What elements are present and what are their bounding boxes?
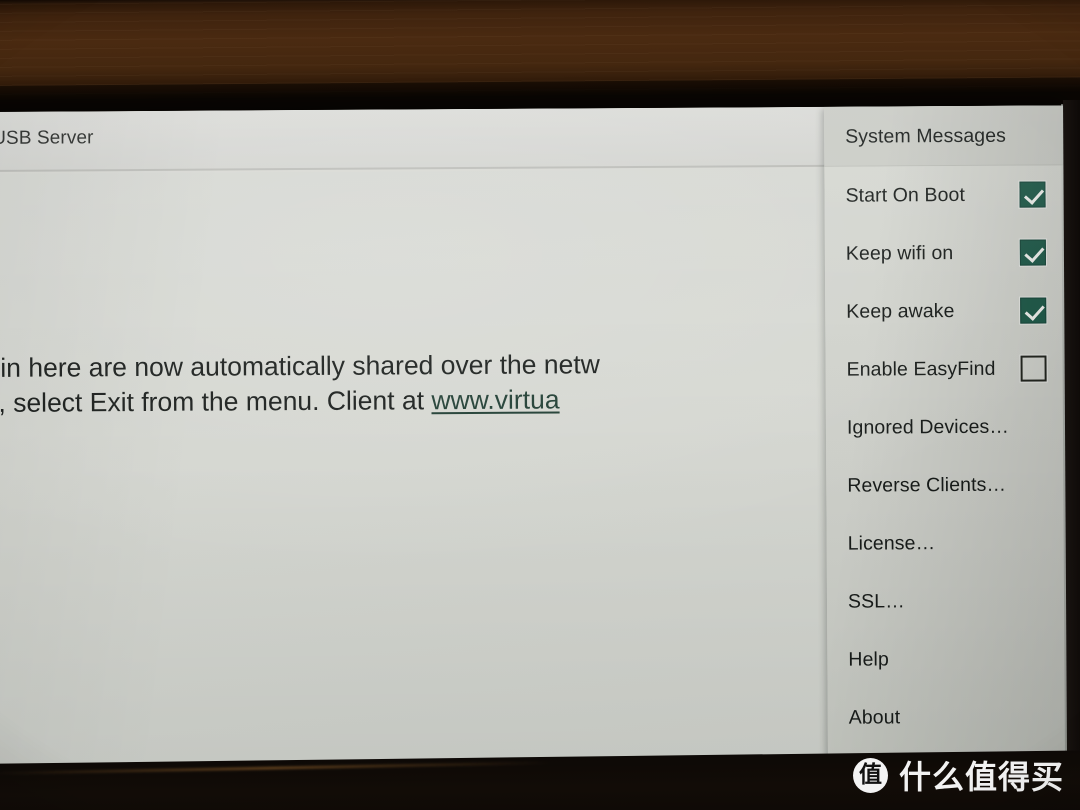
checkbox-keep-awake[interactable]: [1020, 297, 1047, 324]
menu-item-about[interactable]: About: [828, 687, 1067, 746]
menu-item-start-on-boot[interactable]: Start On Boot: [824, 165, 1063, 224]
menu-item-system-messages[interactable]: System Messages: [824, 105, 1063, 166]
screen-surface: e USB Server USB devices plugged in here…: [0, 105, 1071, 772]
menu-item-list: Start On Boot Keep wifi on Keep awake En…: [824, 165, 1068, 767]
menu-item-keep-wifi-on[interactable]: Keep wifi on: [825, 223, 1064, 282]
watermark: 值 什么值得买: [852, 752, 1064, 798]
photo-of-monitor: e USB Server USB devices plugged in here…: [0, 0, 1080, 810]
menu-item-enable-easyfind[interactable]: Enable EasyFind: [825, 339, 1064, 398]
status-line-2-text: permission). To stop, select Exit from t…: [0, 385, 425, 419]
client-url-link[interactable]: www.virtua: [431, 384, 559, 415]
menu-item-keep-awake[interactable]: Keep awake: [825, 281, 1064, 340]
menu-item-reverse-clients[interactable]: Reverse Clients…: [826, 455, 1065, 514]
status-line-1: USB devices plugged in here are now auto…: [0, 349, 600, 384]
menu-item-label: System Messages: [845, 124, 1007, 148]
page-title: e USB Server: [0, 127, 94, 149]
menu-item-license[interactable]: License…: [826, 513, 1065, 572]
menu-item-ignored-devices[interactable]: Ignored Devices…: [826, 397, 1065, 456]
monitor-screen: e USB Server USB devices plugged in here…: [0, 105, 1071, 772]
menu-item-label: SSL…: [847, 589, 905, 613]
checkbox-keep-wifi-on[interactable]: [1019, 239, 1046, 266]
menu-item-help[interactable]: Help: [827, 629, 1066, 688]
watermark-text: 什么值得买: [898, 758, 1064, 796]
options-menu-panel[interactable]: System Messages Start On Boot Keep wifi …: [823, 105, 1068, 767]
menu-item-label: Keep awake: [846, 299, 955, 323]
menu-item-label: About: [848, 705, 901, 729]
checkbox-start-on-boot[interactable]: [1019, 181, 1046, 208]
menu-item-label: Help: [848, 647, 889, 671]
menu-item-label: Start On Boot: [845, 183, 966, 207]
menu-item-label: Keep wifi on: [845, 241, 954, 265]
menu-item-ssl[interactable]: SSL…: [827, 571, 1066, 630]
menu-item-label: Enable EasyFind: [846, 357, 996, 381]
menu-item-label: License…: [847, 531, 936, 555]
watermark-logo-icon: 值: [852, 757, 888, 793]
checkbox-enable-easyfind[interactable]: [1020, 355, 1047, 382]
menu-item-label: Reverse Clients…: [847, 473, 1007, 497]
menu-item-label: Ignored Devices…: [846, 415, 1010, 439]
